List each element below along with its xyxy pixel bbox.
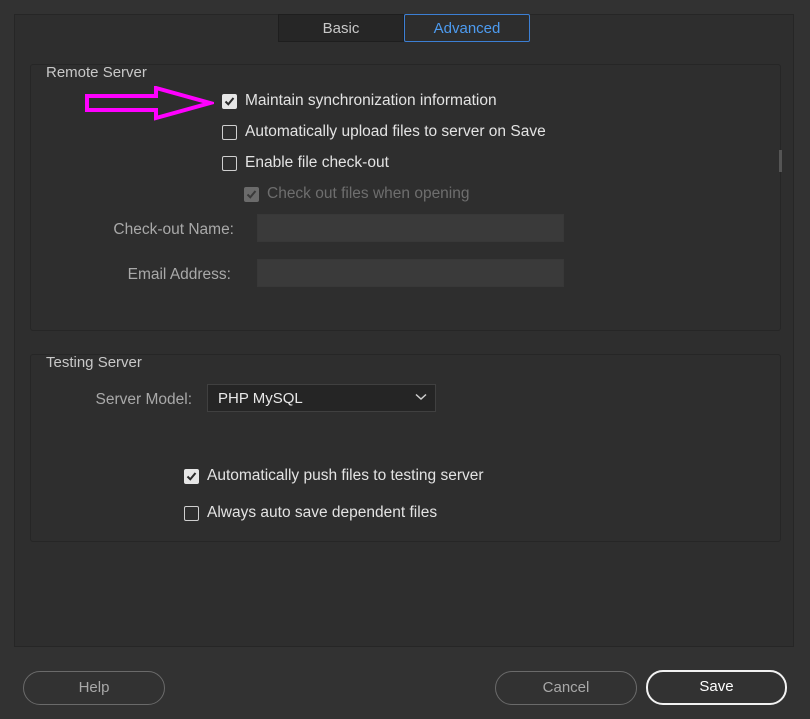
remote-server-title: Remote Server [46,64,147,81]
enable-checkout-option[interactable]: Enable file check-out [222,154,389,172]
auto-upload-checkbox[interactable] [222,124,237,140]
checkout-name-label: Check-out Name: [113,221,234,238]
tab-basic[interactable]: Basic [278,14,404,42]
enable-checkout-checkbox[interactable] [222,155,237,171]
checkout-on-open-label: Check out files when opening [267,185,470,202]
maintain-sync-option[interactable]: Maintain synchronization information [222,92,497,110]
chevron-down-icon [415,393,427,401]
testing-server-title: Testing Server [46,354,142,371]
checkout-name-input[interactable] [257,214,564,242]
server-model-label: Server Model: [95,391,192,408]
maintain-sync-checkbox[interactable] [222,93,237,109]
email-address-input[interactable] [257,259,564,287]
help-button[interactable]: Help [23,671,165,705]
email-address-label: Email Address: [127,266,231,283]
auto-upload-label: Automatically upload files to server on … [245,123,546,140]
auto-upload-option[interactable]: Automatically upload files to server on … [222,123,546,141]
arrow-right-icon [85,86,214,121]
checkout-on-open-checkbox [244,186,259,202]
enable-checkout-label: Enable file check-out [245,154,389,171]
auto-save-dependent-label: Always auto save dependent files [207,504,438,521]
auto-save-dependent-checkbox[interactable] [184,505,199,521]
auto-save-dependent-option[interactable]: Always auto save dependent files [184,504,437,522]
maintain-sync-label: Maintain synchronization information [245,92,497,109]
auto-push-option[interactable]: Automatically push files to testing serv… [184,467,484,485]
tab-advanced[interactable]: Advanced [404,14,530,42]
server-model-select[interactable]: PHP MySQL [207,384,436,412]
cancel-button[interactable]: Cancel [495,671,637,705]
save-button[interactable]: Save [646,670,787,705]
scrollbar-stub[interactable] [779,150,782,172]
auto-push-label: Automatically push files to testing serv… [207,467,484,484]
checkout-on-open-option: Check out files when opening [244,185,470,203]
auto-push-checkbox[interactable] [184,468,199,484]
tab-bar: Basic Advanced [278,14,532,42]
server-model-value: PHP MySQL [218,390,303,407]
